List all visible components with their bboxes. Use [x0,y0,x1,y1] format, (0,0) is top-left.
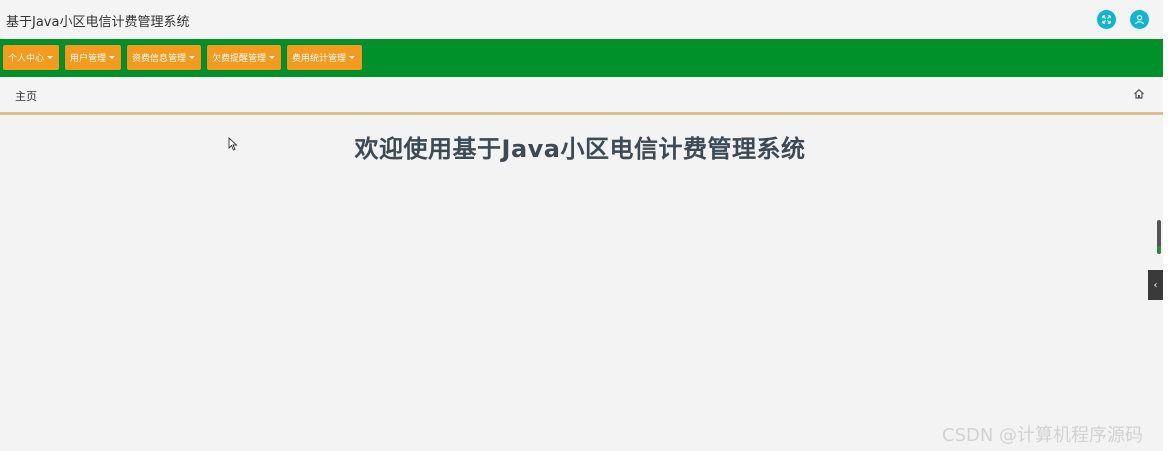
nav-item-fee-statistics[interactable]: 费用统计管理 [287,45,362,70]
nav-item-label: 个人中心 [8,54,45,64]
caret-down-icon [109,56,116,59]
nav-item-arrears-reminder[interactable]: 欠费提醒管理 [207,45,281,70]
breadcrumb-bar: 主页 [0,77,1163,115]
home-icon[interactable] [1133,88,1145,100]
user-button[interactable] [1130,10,1149,29]
top-header: 基于Java小区电信计费管理系统 [0,0,1162,40]
window-edge [1163,0,1168,451]
nav-item-user-management[interactable]: 用户管理 [65,45,121,70]
app-title: 基于Java小区电信计费管理系统 [6,15,190,30]
nav-item-label: 欠费提醒管理 [212,54,267,64]
welcome-heading: 欢迎使用基于Java小区电信计费管理系统 [354,135,806,163]
nav-item-label: 用户管理 [70,54,107,64]
scrollbar-thumb[interactable] [1157,220,1161,254]
watermark: CSDN @计算机程序源码 [942,425,1144,446]
nav-item-tariff-management[interactable]: 资费信息管理 [127,45,201,70]
chevron-left-icon: ‹ [1153,279,1158,291]
breadcrumb[interactable]: 主页 [15,88,37,104]
expand-arrows-icon [1102,15,1111,24]
nav-item-label: 费用统计管理 [292,54,347,64]
nav-item-label: 资费信息管理 [132,54,187,64]
main-nav: 个人中心 用户管理 资费信息管理 欠费提醒管理 费用统计管理 [0,39,1163,77]
side-panel-toggle[interactable]: ‹ [1148,270,1163,300]
fullscreen-button[interactable] [1097,10,1116,29]
user-icon [1135,15,1144,25]
caret-down-icon [349,56,356,59]
caret-down-icon [269,56,276,59]
mouse-cursor-icon [228,137,238,151]
nav-item-personal-center[interactable]: 个人中心 [3,45,59,70]
caret-down-icon [189,56,196,59]
caret-down-icon [47,56,54,59]
